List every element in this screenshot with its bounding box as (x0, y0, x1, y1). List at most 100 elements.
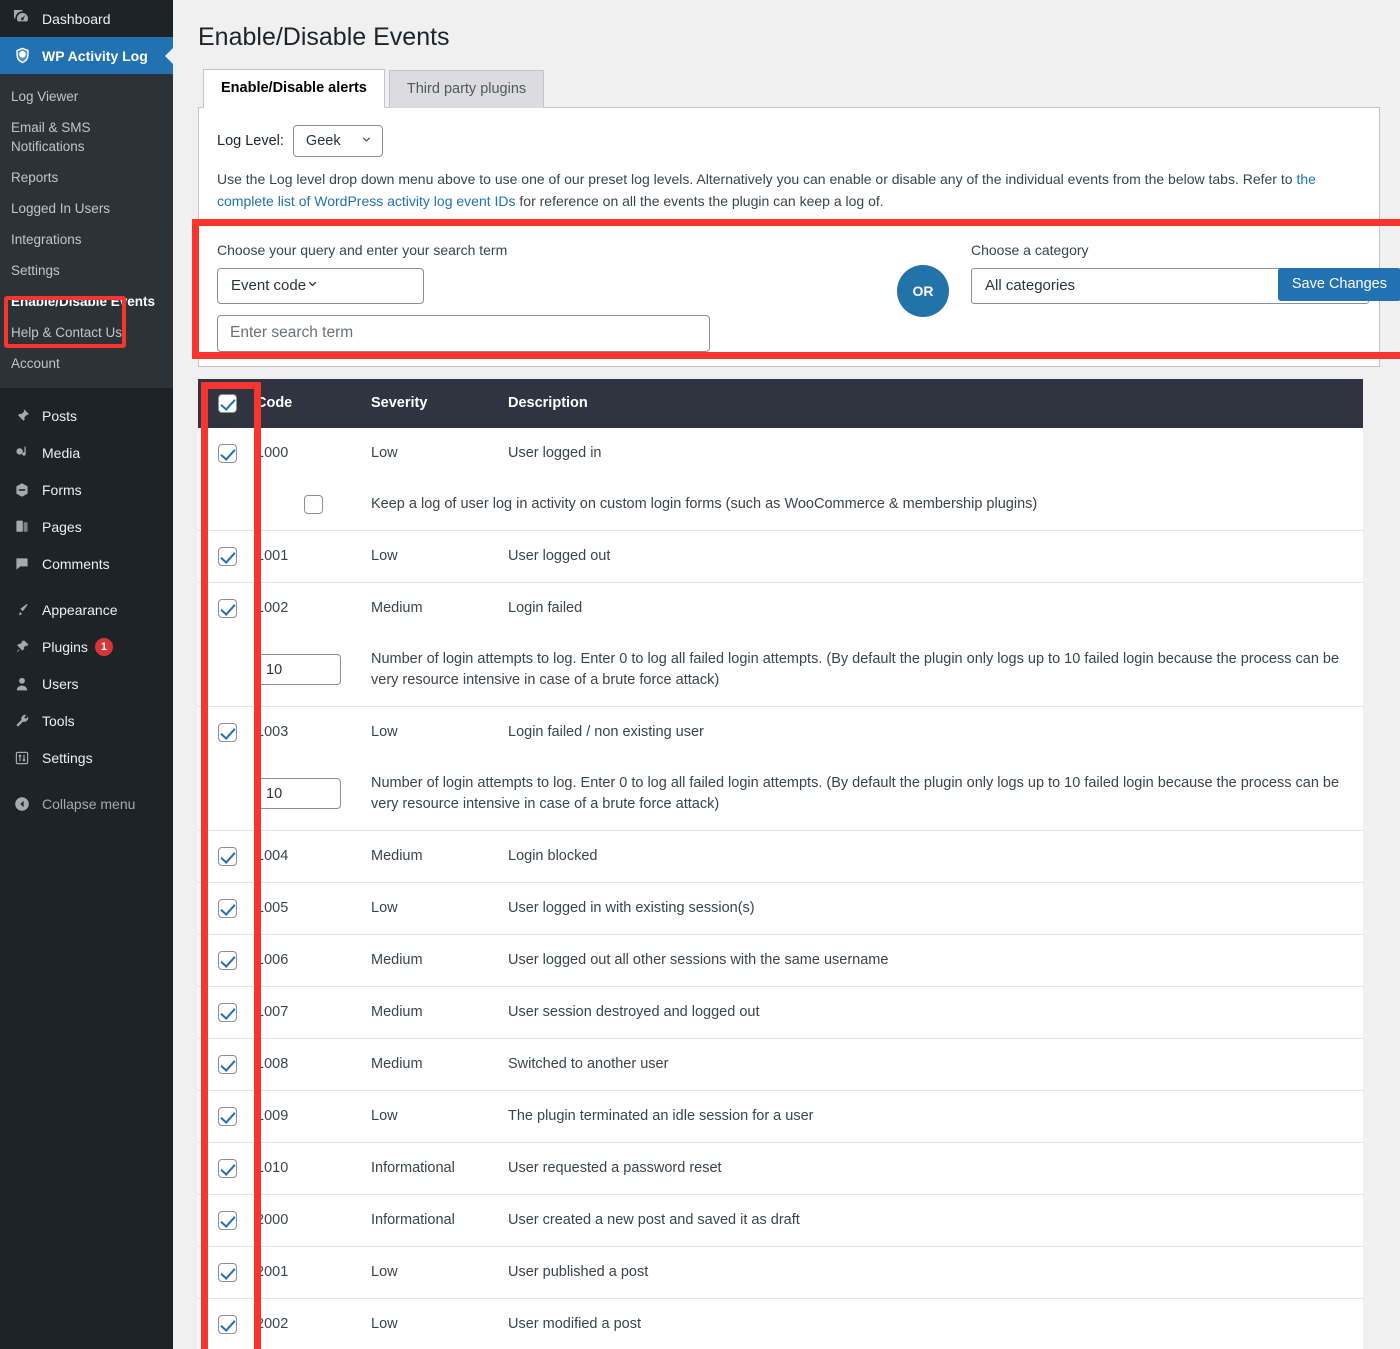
filter-category-group: Choose a category All categories Save Ch… (971, 242, 1400, 304)
cell-code: 1008 (256, 1038, 371, 1091)
sidebar-subitem-email-sms-notifications[interactable]: Email & SMS Notifications (0, 112, 173, 162)
cell-severity: Medium (371, 934, 508, 987)
sidebar-subitem-account[interactable]: Account (0, 348, 173, 379)
sidebar-item-media[interactable]: Media (0, 434, 173, 471)
sidebar-item-label: Users (42, 675, 79, 692)
row-enable-checkbox[interactable] (217, 1314, 237, 1334)
cell-severity: Informational (371, 1142, 508, 1195)
row-enable-checkbox[interactable] (217, 1262, 237, 1282)
sidebar-submenu: Log Viewer Email & SMS Notifications Rep… (0, 74, 173, 388)
row-enable-checkbox[interactable] (217, 722, 237, 742)
sidebar-subitem-integrations[interactable]: Integrations (0, 224, 173, 255)
table-row: 1006 Medium User logged out all other sess… (198, 934, 1363, 987)
subrow-option-checkbox[interactable] (304, 494, 323, 514)
search-input[interactable] (217, 314, 710, 352)
table-header-row: Code Severity Description (198, 378, 1363, 428)
cell-severity: Low (371, 1246, 508, 1299)
sidebar-subitem-logged-in-users[interactable]: Logged In Users (0, 193, 173, 224)
row-enable-checkbox[interactable] (217, 950, 237, 970)
row-checkbox-cell (198, 530, 256, 583)
sliders-icon (11, 748, 33, 768)
subrow-control-cell (256, 478, 371, 531)
sidebar-item-comments[interactable]: Comments (0, 545, 173, 582)
subrow-spacer-cell (198, 478, 256, 531)
subrow-control-cell (256, 757, 371, 831)
row-enable-checkbox[interactable] (217, 1002, 237, 1022)
settings-panel: Log Level: Geek Use the Log level drop d… (192, 107, 1400, 367)
sidebar-item-appearance[interactable]: Appearance (0, 591, 173, 628)
row-enable-checkbox[interactable] (217, 598, 237, 618)
sidebar-item-label: Forms (42, 481, 82, 498)
cell-description: Switched to another user (508, 1038, 1363, 1091)
sidebar-subitem-enable-disable-events[interactable]: Enable/Disable Events (0, 286, 173, 317)
table-row: 1009 Low The plugin terminated an idle ses… (198, 1090, 1363, 1143)
sidebar-subitem-log-viewer[interactable]: Log Viewer (0, 81, 173, 112)
login-attempts-input[interactable] (256, 654, 341, 685)
table-row: 1000 Low User logged in (198, 427, 1363, 479)
sidebar-subitem-reports[interactable]: Reports (0, 162, 173, 193)
row-enable-checkbox[interactable] (217, 898, 237, 918)
sidebar-item-settings[interactable]: Settings (0, 739, 173, 776)
sidebar-item-users[interactable]: Users (0, 665, 173, 702)
row-checkbox-cell (198, 934, 256, 987)
table-row: 1003 Low Login failed / non existing user (198, 706, 1363, 758)
sidebar-item-plugins[interactable]: Plugins 1 (0, 628, 173, 665)
cell-code: 1000 (256, 427, 371, 479)
plug-icon (11, 637, 33, 657)
forms-icon (11, 480, 33, 500)
cell-code: 2001 (256, 1246, 371, 1299)
cell-description: User logged out all other sessions with … (508, 934, 1363, 987)
sidebar-subitem-settings[interactable]: Settings (0, 255, 173, 286)
row-checkbox-cell (198, 1038, 256, 1091)
row-enable-checkbox[interactable] (217, 1158, 237, 1178)
sidebar-item-posts[interactable]: Posts (0, 397, 173, 434)
tab-enable-disable-alerts[interactable]: Enable/Disable alerts (203, 68, 385, 108)
sidebar-item-wp-activity-log[interactable]: WP Activity Log (0, 37, 173, 74)
row-checkbox-cell (198, 1090, 256, 1143)
cell-description: User created a new post and saved it as … (508, 1194, 1363, 1247)
row-enable-checkbox[interactable] (217, 546, 237, 566)
events-table-head: Code Severity Description (198, 378, 1363, 428)
row-enable-checkbox[interactable] (217, 1106, 237, 1126)
sidebar-subitem-help-contact-us[interactable]: Help & Contact Us (0, 317, 173, 348)
tab-third-party-plugins[interactable]: Third party plugins (388, 69, 545, 108)
query-type-select[interactable]: Event code (217, 267, 424, 304)
cell-severity: Low (371, 530, 508, 583)
login-attempts-input[interactable] (256, 778, 341, 809)
save-changes-button[interactable]: Save Changes (1277, 267, 1400, 301)
table-row: 1002 Medium Login failed (198, 582, 1363, 634)
row-checkbox-cell (198, 582, 256, 634)
log-level-select[interactable]: Geek (292, 124, 383, 157)
cell-severity: Medium (371, 986, 508, 1039)
pages-icon (11, 517, 33, 537)
query-label: Choose your query and enter your search … (217, 241, 508, 258)
cell-description: User requested a password reset (508, 1142, 1363, 1195)
cell-description: User session destroyed and logged out (508, 986, 1363, 1039)
row-enable-checkbox[interactable] (217, 1054, 237, 1074)
row-checkbox-cell (198, 1246, 256, 1299)
row-checkbox-cell (198, 1298, 256, 1349)
cell-description: User logged out (508, 530, 1363, 583)
main-content: Enable/Disable Events Enable/Disable ale… (173, 0, 1400, 1349)
sidebar-item-pages[interactable]: Pages (0, 508, 173, 545)
row-checkbox-cell (198, 427, 256, 479)
sidebar-item-label: Appearance (42, 601, 118, 618)
sidebar-item-forms[interactable]: Forms (0, 471, 173, 508)
row-enable-checkbox[interactable] (217, 1210, 237, 1230)
cell-severity: Medium (371, 1038, 508, 1091)
chevron-down-icon (306, 277, 319, 294)
category-value: All categories (985, 277, 1076, 294)
row-checkbox-cell (198, 1194, 256, 1247)
row-enable-checkbox[interactable] (217, 443, 237, 463)
sidebar-item-label: WP Activity Log (42, 47, 148, 64)
sidebar-item-dashboard[interactable]: Dashboard (0, 0, 173, 37)
sidebar-item-label: Pages (42, 518, 82, 535)
select-all-checkbox[interactable] (217, 393, 237, 413)
user-icon (11, 674, 33, 694)
collapse-menu-button[interactable]: Collapse menu (0, 785, 173, 822)
log-level-label: Log Level: (217, 132, 284, 149)
row-enable-checkbox[interactable] (217, 846, 237, 866)
sidebar-item-tools[interactable]: Tools (0, 702, 173, 739)
sidebar-item-label: Settings (42, 749, 93, 766)
description-text-part2: for reference on all the events the plug… (515, 192, 884, 209)
